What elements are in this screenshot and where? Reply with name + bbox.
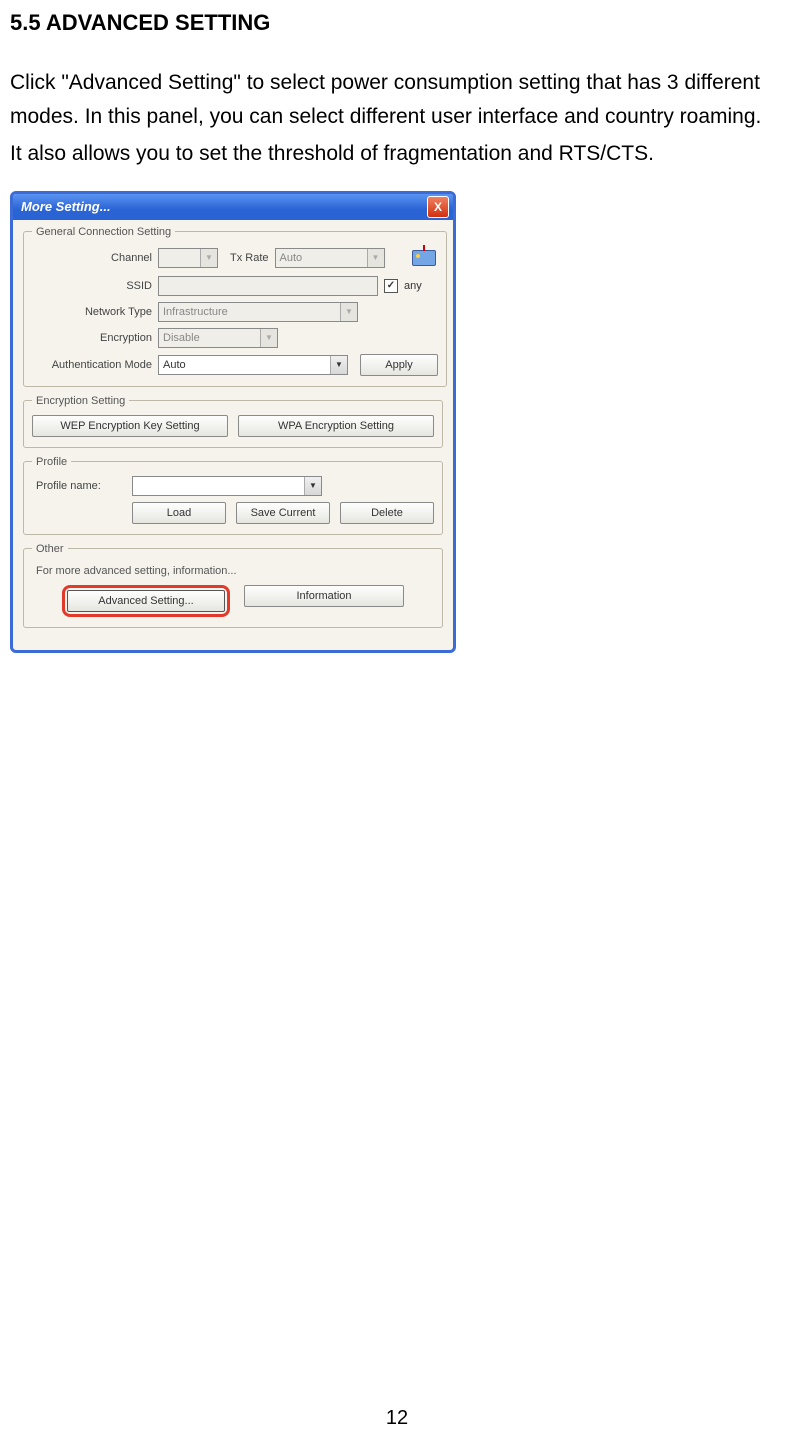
any-checkbox[interactable]: ✓ bbox=[384, 279, 398, 293]
apply-button[interactable]: Apply bbox=[360, 354, 438, 376]
advanced-setting-button[interactable]: Advanced Setting... bbox=[67, 590, 225, 612]
information-button[interactable]: Information bbox=[244, 585, 404, 607]
encryption-legend: Encryption Setting bbox=[32, 395, 129, 407]
auth-mode-label: Authentication Mode bbox=[32, 359, 152, 371]
chevron-down-icon: ▼ bbox=[304, 477, 321, 495]
chevron-down-icon: ▼ bbox=[200, 249, 217, 267]
encryption-label: Encryption bbox=[32, 332, 152, 344]
chevron-down-icon: ▼ bbox=[340, 303, 357, 321]
channel-label: Channel bbox=[32, 252, 152, 264]
chevron-down-icon: ▼ bbox=[367, 249, 384, 267]
body-paragraph-1: Click "Advanced Setting" to select power… bbox=[10, 66, 784, 133]
profile-name-dropdown[interactable]: ▼ bbox=[132, 476, 322, 496]
information-label: Information bbox=[296, 590, 351, 602]
wep-key-button[interactable]: WEP Encryption Key Setting bbox=[32, 415, 228, 437]
txrate-label: Tx Rate bbox=[230, 252, 269, 264]
auth-mode-value: Auto bbox=[163, 359, 186, 371]
body-paragraph-2: It also allows you to set the threshold … bbox=[10, 137, 784, 171]
delete-button[interactable]: Delete bbox=[340, 502, 434, 524]
window-title: More Setting... bbox=[21, 199, 111, 214]
load-button[interactable]: Load bbox=[132, 502, 226, 524]
wpa-button[interactable]: WPA Encryption Setting bbox=[238, 415, 434, 437]
general-legend: General Connection Setting bbox=[32, 226, 175, 238]
ssid-label: SSID bbox=[32, 280, 152, 292]
load-label: Load bbox=[167, 507, 191, 519]
txrate-dropdown[interactable]: Auto ▼ bbox=[275, 248, 385, 268]
network-type-value: Infrastructure bbox=[163, 306, 228, 318]
profile-group: Profile Profile name: ▼ Load Save Curren… bbox=[23, 456, 443, 535]
section-heading: 5.5 ADVANCED SETTING bbox=[10, 10, 784, 36]
close-icon: X bbox=[434, 200, 442, 214]
save-current-button[interactable]: Save Current bbox=[236, 502, 330, 524]
wpa-label: WPA Encryption Setting bbox=[278, 420, 394, 432]
apply-label: Apply bbox=[385, 359, 413, 371]
more-setting-window: More Setting... X General Connection Set… bbox=[10, 191, 456, 653]
channel-dropdown[interactable]: ▼ bbox=[158, 248, 218, 268]
window-body: General Connection Setting Channel ▼ Tx … bbox=[13, 220, 453, 650]
wep-key-label: WEP Encryption Key Setting bbox=[60, 420, 199, 432]
general-connection-group: General Connection Setting Channel ▼ Tx … bbox=[23, 226, 447, 387]
encryption-setting-group: Encryption Setting WEP Encryption Key Se… bbox=[23, 395, 443, 448]
any-label: any bbox=[404, 280, 422, 292]
network-type-dropdown[interactable]: Infrastructure ▼ bbox=[158, 302, 358, 322]
wifi-card-icon bbox=[410, 246, 438, 270]
window-titlebar[interactable]: More Setting... X bbox=[13, 194, 453, 220]
advanced-setting-label: Advanced Setting... bbox=[98, 595, 193, 607]
delete-label: Delete bbox=[371, 507, 403, 519]
other-group: Other For more advanced setting, informa… bbox=[23, 543, 443, 628]
chevron-down-icon: ▼ bbox=[330, 356, 347, 374]
profile-name-label: Profile name: bbox=[32, 480, 126, 492]
encryption-dropdown[interactable]: Disable ▼ bbox=[158, 328, 278, 348]
txrate-value: Auto bbox=[280, 252, 303, 264]
other-subtext: For more advanced setting, information..… bbox=[36, 565, 434, 577]
network-type-label: Network Type bbox=[32, 306, 152, 318]
advanced-setting-highlight: Advanced Setting... bbox=[62, 585, 230, 617]
encryption-value: Disable bbox=[163, 332, 200, 344]
close-button[interactable]: X bbox=[427, 196, 449, 218]
profile-legend: Profile bbox=[32, 456, 71, 468]
auth-mode-dropdown[interactable]: Auto ▼ bbox=[158, 355, 348, 375]
chevron-down-icon: ▼ bbox=[260, 329, 277, 347]
page-number: 12 bbox=[0, 1407, 794, 1430]
save-current-label: Save Current bbox=[251, 507, 316, 519]
other-legend: Other bbox=[32, 543, 68, 555]
ssid-input[interactable] bbox=[158, 276, 378, 296]
